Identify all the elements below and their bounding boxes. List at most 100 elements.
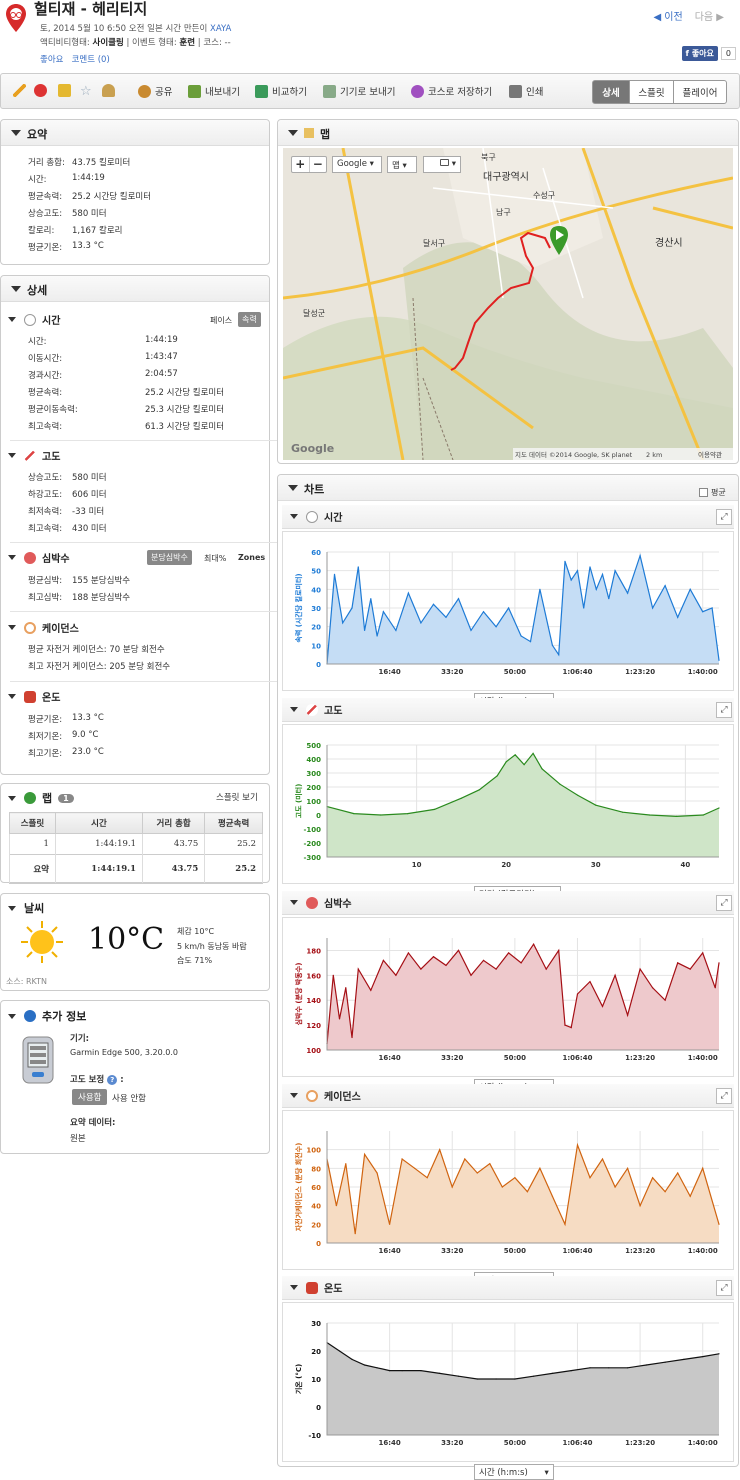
export-button[interactable]: 내보내기 bbox=[188, 84, 240, 98]
stat-label: 시간: bbox=[28, 337, 47, 347]
y-tick-label: 140 bbox=[306, 997, 321, 1005]
expand-chart-icon[interactable]: ⤢ bbox=[716, 895, 732, 911]
data-point bbox=[354, 1233, 356, 1235]
hr-section-header[interactable]: 심박수 bbox=[8, 550, 70, 565]
cadence-chart[interactable]: 0 20 40 60 80 100 16:40 33:20 50:00 1:06:40 1:23:2… bbox=[282, 1110, 734, 1270]
speed-chart[interactable]: 0 10 20 30 40 50 60 16:40 33:20 50:00 1:06:40 1:23:… bbox=[282, 531, 734, 691]
summary-data-value: 원본 bbox=[70, 1134, 86, 1144]
bpm-toggle[interactable]: 분당심박수 bbox=[147, 550, 192, 565]
average-toggle[interactable]: 평균 bbox=[699, 487, 726, 498]
expand-chart-icon[interactable]: ⤢ bbox=[716, 702, 732, 718]
heart-rate-chart-header[interactable]: 심박수 bbox=[282, 891, 734, 915]
laps-col-split[interactable]: 스플릿 bbox=[9, 812, 56, 834]
stat-label: 칼로리: bbox=[28, 226, 55, 236]
author-link[interactable]: XAYA bbox=[210, 24, 231, 34]
data-point bbox=[389, 1223, 391, 1225]
split-view-link[interactable]: 스플릿 보기 bbox=[216, 791, 258, 803]
tab-detail[interactable]: 상세 bbox=[592, 80, 630, 104]
speed-toggle[interactable]: 속력 bbox=[238, 312, 261, 327]
data-point bbox=[718, 807, 720, 809]
delete-icon[interactable] bbox=[34, 84, 51, 97]
map-provider-select[interactable]: Google ▾ bbox=[332, 156, 382, 173]
laps-col-avg-speed[interactable]: 평균속력 bbox=[204, 812, 263, 834]
map-layers-button[interactable]: ▾ bbox=[423, 156, 461, 173]
temperature-chart-header[interactable]: 온도 bbox=[282, 1276, 734, 1300]
detail-header[interactable]: 상세 bbox=[1, 276, 269, 302]
tab-player[interactable]: 플레이어 bbox=[673, 80, 727, 104]
map-header[interactable]: 맵 bbox=[278, 120, 738, 146]
social-links: 좋아요 코멘트 (0) bbox=[40, 53, 110, 65]
zoom-in-button[interactable]: + bbox=[292, 157, 309, 172]
zoom-out-button[interactable]: − bbox=[308, 157, 327, 172]
data-point bbox=[433, 808, 436, 810]
extra-info-title: 추가 정보 bbox=[42, 1010, 87, 1023]
save-course-button[interactable]: 코스로 저장하기 bbox=[411, 84, 492, 98]
edit-icon[interactable] bbox=[13, 84, 30, 97]
data-point bbox=[564, 1024, 566, 1026]
person-icon[interactable] bbox=[102, 84, 119, 97]
charts-header[interactable]: 차트 bbox=[278, 475, 738, 501]
help-icon[interactable]: ? bbox=[107, 1075, 118, 1085]
cadence-chart-header[interactable]: 케이던스 bbox=[282, 1084, 734, 1108]
elevation-section-header[interactable]: 고도 bbox=[8, 448, 60, 463]
x-axis-select[interactable]: 시간 (h:m:s) ▾ bbox=[474, 1464, 554, 1480]
compare-button[interactable]: 비교하기 bbox=[255, 84, 307, 98]
data-point bbox=[589, 566, 591, 568]
zones-toggle[interactable]: Zones bbox=[234, 551, 269, 564]
max-percent-toggle[interactable]: 최대% bbox=[200, 551, 230, 566]
map-terms-link[interactable]: 이용약관 bbox=[698, 450, 722, 459]
activity-type-value[interactable]: 사이클링 bbox=[93, 38, 124, 48]
table-row[interactable]: 1 1:44:19.1 43.75 25.2 bbox=[9, 833, 263, 855]
average-checkbox[interactable] bbox=[699, 488, 708, 497]
heart-rate-chart[interactable]: 100 120 140 160 180 16:40 33:20 50:00 1:06:40 1:2… bbox=[282, 917, 734, 1077]
laps-col-time[interactable]: 시간 bbox=[54, 812, 144, 834]
time-section-header[interactable]: 시간 bbox=[8, 312, 60, 327]
lock-icon[interactable] bbox=[58, 84, 75, 97]
fb-like-button[interactable]: f 좋아요 bbox=[681, 46, 718, 61]
star-icon[interactable]: ☆ bbox=[80, 84, 92, 99]
elevation-chart[interactable]: -300 -200 -100 0 100 200 300 400 500 10 20 30 40 고도 (… bbox=[282, 724, 734, 884]
prev-link[interactable]: ◀ 이전 bbox=[653, 12, 682, 23]
data-point bbox=[626, 1367, 629, 1369]
laps-header[interactable]: 랩1 bbox=[8, 790, 74, 806]
send-to-device-button[interactable]: 기기로 보내기 bbox=[323, 84, 395, 98]
share-button[interactable]: 공유 bbox=[138, 84, 172, 98]
expand-chart-icon[interactable]: ⤢ bbox=[716, 1280, 732, 1296]
stat-value: 606 미터 bbox=[72, 490, 107, 500]
data-point bbox=[345, 987, 347, 989]
event-type-value[interactable]: 훈련 bbox=[179, 38, 195, 48]
weather-header[interactable]: 날씨 bbox=[8, 900, 44, 916]
activity-title[interactable]: 헐티재 - 헤리티지 bbox=[34, 0, 147, 19]
elevation-chart-header[interactable]: 고도 bbox=[282, 698, 734, 722]
map-type-select[interactable]: 맵 ▾ bbox=[387, 156, 417, 173]
elevation-correction-on[interactable]: 사용함 bbox=[72, 1089, 108, 1105]
print-button[interactable]: 인쇄 bbox=[509, 84, 543, 98]
data-point bbox=[380, 814, 382, 816]
data-point bbox=[626, 1167, 629, 1169]
expand-chart-icon[interactable]: ⤢ bbox=[716, 1088, 732, 1104]
garmin-device-icon bbox=[22, 1036, 54, 1084]
temp-section-header[interactable]: 온도 bbox=[8, 689, 60, 704]
data-point bbox=[583, 607, 585, 609]
tab-splits[interactable]: 스플릿 bbox=[629, 80, 674, 104]
temperature-chart[interactable]: -10 0 10 20 30 16:40 33:20 50:00 1:06:40 1:23:20 1… bbox=[282, 1302, 734, 1462]
elevation-correction-off[interactable]: 사용 안함 bbox=[108, 1090, 150, 1106]
stat-label: 평균기온: bbox=[28, 715, 63, 725]
speed-chart-header[interactable]: 시간 bbox=[282, 505, 734, 529]
cadence-section-header[interactable]: 케이던스 bbox=[8, 620, 79, 635]
like-link[interactable]: 좋아요 bbox=[40, 55, 63, 65]
google-logo[interactable]: Google bbox=[291, 442, 334, 455]
data-point bbox=[333, 573, 336, 575]
stat-label: 최저속력: bbox=[28, 507, 63, 517]
y-tick-label: 50 bbox=[311, 568, 321, 576]
summary-header[interactable]: 요약 bbox=[1, 120, 269, 146]
route-map[interactable]: 대구광역시경산시 남구달서구 수성구 북구달성군 Google 지도 데이터 ©201… bbox=[283, 148, 733, 460]
pace-toggle[interactable]: 페이스 bbox=[206, 313, 236, 328]
expand-chart-icon[interactable]: ⤢ bbox=[716, 509, 732, 525]
extra-info-header[interactable]: 추가 정보 bbox=[8, 1008, 86, 1024]
comments-link[interactable]: 코멘트 (0) bbox=[72, 55, 110, 65]
y-tick-label: 200 bbox=[306, 784, 321, 792]
date-text: 토, 2014 5월 10 6:50 오전 일본 시간 만든이 bbox=[40, 24, 208, 34]
data-point bbox=[382, 611, 384, 613]
laps-col-distance[interactable]: 거리 총합 bbox=[142, 812, 206, 834]
